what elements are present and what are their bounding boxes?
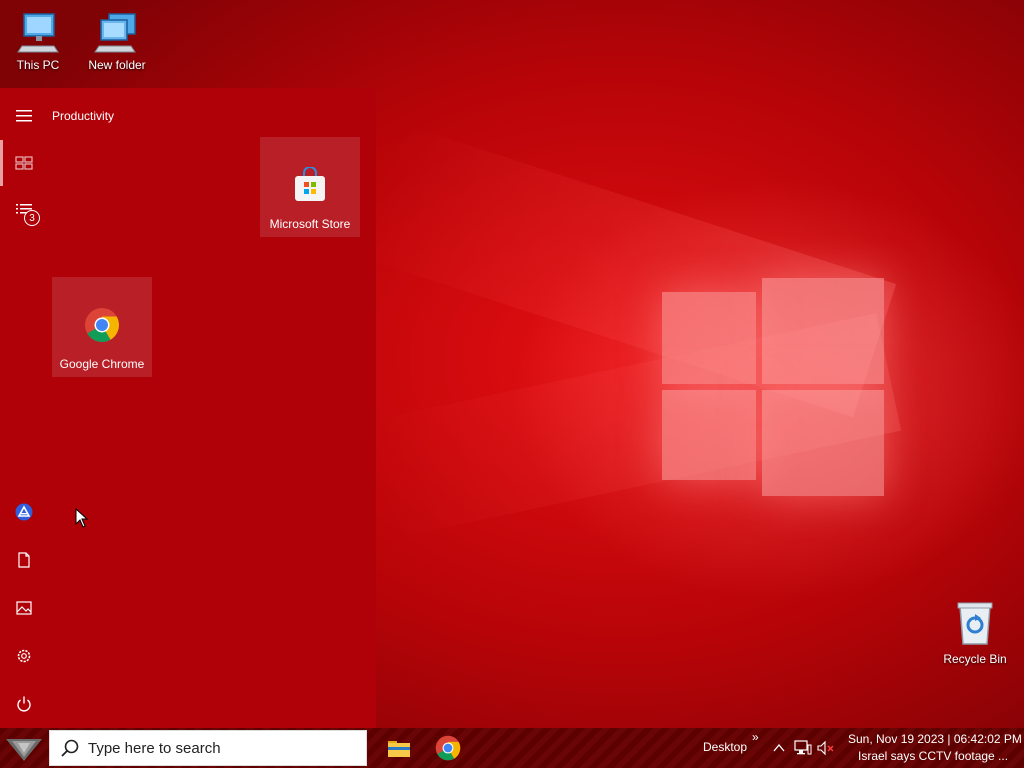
account-icon — [15, 503, 33, 521]
tile-microsoft-store[interactable]: Microsoft Store — [260, 137, 360, 237]
start-button[interactable] — [0, 728, 48, 768]
pictures-icon — [16, 601, 32, 615]
desktop-icon-label: This PC — [16, 58, 60, 72]
start-logo-icon — [6, 739, 42, 761]
documents-icon — [18, 552, 30, 568]
tile-google-chrome[interactable]: Google Chrome — [52, 277, 152, 377]
notification-badge: 3 — [24, 210, 40, 226]
account-button[interactable] — [0, 488, 48, 536]
desktop-toolbar-label[interactable]: Desktop — [703, 740, 747, 754]
taskbar-file-explorer[interactable] — [375, 728, 423, 768]
settings-button[interactable] — [0, 632, 48, 680]
computer-icon — [17, 13, 59, 53]
desktop-icon-new-folder[interactable]: New folder — [79, 10, 155, 72]
windows-logo — [660, 270, 886, 500]
recycle-bin-icon — [957, 602, 993, 645]
power-icon — [17, 696, 31, 712]
power-button[interactable] — [0, 680, 48, 728]
start-menu-header-label: Productivity — [52, 109, 115, 123]
all-apps-button[interactable] — [0, 187, 48, 235]
store-icon — [295, 167, 325, 201]
search-icon — [61, 739, 79, 757]
desktop-icon-label: Recycle Bin — [943, 652, 1007, 666]
documents-button[interactable] — [0, 536, 48, 584]
chrome-icon — [435, 735, 461, 761]
tile-label: Microsoft Store — [269, 217, 351, 231]
toolbar-overflow-chevron[interactable]: » — [752, 730, 759, 744]
tray-show-hidden-button[interactable] — [769, 738, 789, 758]
chevron-up-icon — [773, 743, 785, 752]
hamburger-icon — [16, 110, 32, 122]
volume-muted-icon — [817, 740, 834, 756]
network-icon — [794, 740, 812, 755]
tray-network-button[interactable] — [793, 738, 813, 758]
desktop-icon-label: New folder — [88, 58, 146, 72]
start-menu: 3 Productivity Microsoft Store Google Ch… — [0, 88, 376, 728]
file-explorer-icon — [388, 741, 410, 757]
hamburger-button[interactable] — [0, 92, 48, 140]
desktop-icon-recycle-bin[interactable]: Recycle Bin — [937, 600, 1013, 666]
taskbar: Desktop » Sun, Nov 19 2023 | 06:42:02 PM… — [0, 728, 1024, 768]
taskbar-chrome[interactable] — [424, 728, 472, 768]
tiles-icon — [15, 156, 33, 170]
start-menu-rail: 3 — [0, 88, 48, 728]
pictures-button[interactable] — [0, 584, 48, 632]
search-input[interactable] — [88, 739, 338, 757]
chrome-icon — [85, 308, 119, 342]
search-box[interactable] — [49, 730, 367, 766]
pinned-tiles-button[interactable] — [0, 139, 48, 187]
mouse-cursor-icon — [75, 508, 89, 528]
network-folder-icon — [94, 13, 136, 53]
taskbar-news-ticker[interactable]: Israel says CCTV footage ... — [858, 749, 1008, 763]
settings-icon — [17, 649, 31, 663]
tray-volume-button[interactable] — [816, 738, 836, 758]
tile-label: Google Chrome — [59, 357, 145, 371]
taskbar-clock[interactable]: Sun, Nov 19 2023 | 06:42:02 PM — [848, 732, 1022, 746]
desktop-icon-this-pc[interactable]: This PC — [0, 10, 76, 72]
